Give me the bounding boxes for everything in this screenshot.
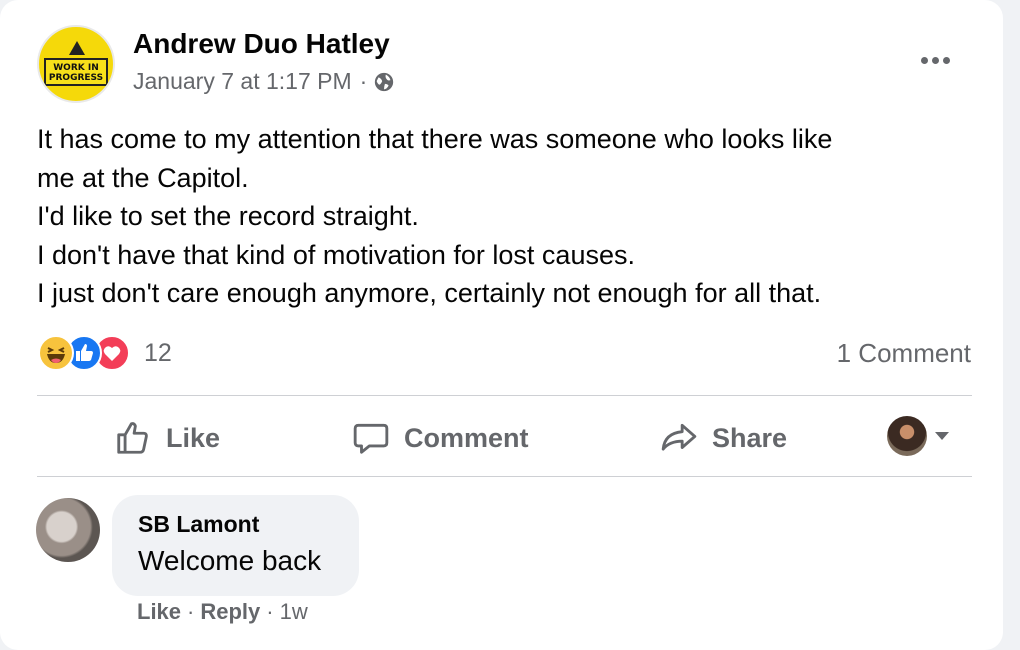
comment-count-link[interactable]: 1 Comment xyxy=(837,338,971,369)
haha-icon xyxy=(38,335,74,371)
share-label: Share xyxy=(712,422,788,453)
warning-icon xyxy=(69,41,85,55)
reaction-as-selector[interactable] xyxy=(887,416,949,456)
comment-like-link[interactable]: Like xyxy=(137,599,181,625)
comment-time[interactable]: 1w xyxy=(280,599,308,625)
more-dot xyxy=(931,56,939,64)
thumbs-up-icon xyxy=(117,422,148,454)
divider xyxy=(37,476,972,477)
page-avatar[interactable]: WORK IN PROGRESS xyxy=(37,25,115,103)
comment-bubble-icon xyxy=(353,423,389,454)
user-avatar xyxy=(887,416,927,456)
post-text: It has come to my attention that there w… xyxy=(37,120,987,313)
work-in-progress-sign: WORK IN PROGRESS xyxy=(44,58,108,86)
globe-icon[interactable] xyxy=(373,71,395,93)
like-button[interactable]: Like xyxy=(114,418,220,458)
post-text-line: I don't have that kind of motivation for… xyxy=(37,239,635,270)
meta-separator: · xyxy=(359,68,368,94)
share-arrow-icon xyxy=(661,423,697,451)
divider xyxy=(37,395,972,396)
post-text-line: me at the Capitol. xyxy=(37,162,249,193)
commenter-name[interactable]: SB Lamont xyxy=(138,511,259,538)
share-button[interactable]: Share xyxy=(660,418,787,458)
comment-action-separator: · xyxy=(187,599,195,624)
post-card: WORK IN PROGRESS Andrew Duo Hatley Januar… xyxy=(0,0,1003,650)
like-label: Like xyxy=(166,422,221,453)
post-timestamp[interactable]: January 7 at 1:17 PM xyxy=(133,68,352,95)
commenter-avatar[interactable] xyxy=(36,498,100,562)
more-dot xyxy=(942,56,950,64)
comment-bubble: SB Lamont Welcome back xyxy=(112,495,359,596)
post-text-line: I'd like to set the record straight. xyxy=(37,201,419,231)
reactions-summary[interactable]: 12 xyxy=(38,333,172,373)
comment-label: Comment xyxy=(404,422,529,453)
post-author[interactable]: Andrew Duo Hatley xyxy=(133,28,390,60)
comment-text: Welcome back xyxy=(138,545,322,576)
comment-button[interactable]: Comment xyxy=(352,418,529,458)
caret-down-icon xyxy=(935,432,949,440)
comment-reply-link[interactable]: Reply xyxy=(200,599,260,625)
comment-actions: Like · Reply · 1w xyxy=(137,599,308,625)
more-options-button[interactable] xyxy=(915,46,955,74)
reaction-count: 12 xyxy=(144,338,172,367)
comment-action-separator: · xyxy=(266,599,274,624)
more-dot xyxy=(920,56,928,64)
post-text-line: It has come to my attention that there w… xyxy=(37,124,833,154)
post-text-line: I just don't care enough anymore, certai… xyxy=(37,278,822,308)
post-meta: January 7 at 1:17 PM · xyxy=(133,68,395,95)
